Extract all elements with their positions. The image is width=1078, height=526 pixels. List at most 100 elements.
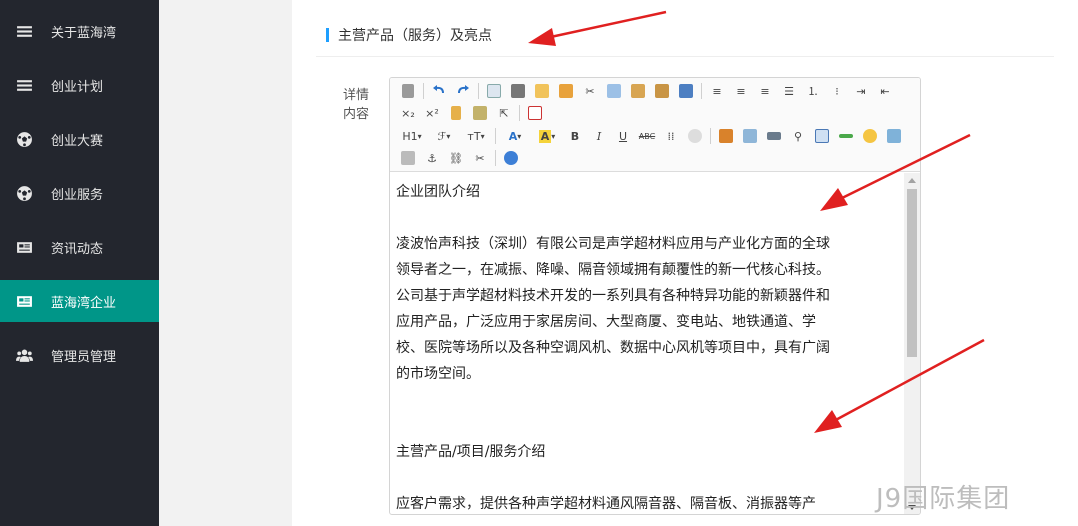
- content-line: 公司基于声学超材料技术开发的一系列具有各种特异功能的新颖器件和: [396, 288, 830, 304]
- justify-icon[interactable]: ☰: [777, 80, 801, 102]
- format-painter-icon[interactable]: [468, 102, 492, 124]
- insert-image-icon[interactable]: [882, 125, 906, 147]
- content-line: 应用产品，广泛应用于家居房间、大型商厦、变电站、地铁通道、学: [396, 314, 816, 330]
- sidebar-item-label: 创业计划: [51, 79, 104, 95]
- unlink-icon[interactable]: ✂: [468, 147, 492, 169]
- paste-word-icon[interactable]: [674, 80, 698, 102]
- help-icon[interactable]: [499, 147, 523, 169]
- print-icon[interactable]: [506, 80, 530, 102]
- superscript-button[interactable]: ×²: [420, 102, 444, 124]
- clear-format-icon[interactable]: [444, 102, 468, 124]
- underline-button[interactable]: U: [611, 125, 635, 147]
- rich-text-editor: ✂ ≡ ≡ ≡ ☰ ⒈ ⁝ ⇥ ⇤ ×₂ ×² ⇱ H1 ▾ ℱ ▾ ᴛT ▾ …: [389, 77, 921, 515]
- sidebar-item-news[interactable]: 资讯动态: [0, 226, 159, 268]
- font-family-dropdown[interactable]: ℱ ▾: [428, 125, 460, 147]
- cut-icon[interactable]: ✂: [578, 80, 602, 102]
- sidebar-item-label: 蓝海湾企业: [51, 295, 117, 311]
- sidebar-item-plan[interactable]: 创业计划: [0, 64, 159, 106]
- toolbar-row: ⚓ ⛓ ✂: [396, 147, 523, 169]
- sidebar-item-label: 创业服务: [51, 187, 104, 203]
- align-left-icon[interactable]: ≡: [705, 80, 729, 102]
- redo-icon[interactable]: [451, 80, 475, 102]
- italic-button[interactable]: I: [587, 125, 611, 147]
- fullscreen-icon[interactable]: [523, 102, 547, 124]
- content-background: [159, 0, 292, 526]
- field-label: 详情 内容: [336, 86, 376, 124]
- toolbar-separator: [701, 83, 702, 99]
- undo-icon[interactable]: [427, 80, 451, 102]
- sidebar: 关于蓝海湾 创业计划 创业大赛 创业服务 资讯动态 蓝海湾企业 管理员管理: [0, 0, 159, 526]
- table-icon[interactable]: [810, 125, 834, 147]
- sidebar-item-label: 关于蓝海湾: [51, 25, 117, 41]
- strikethrough-button[interactable]: ABC: [635, 125, 659, 147]
- section-title-text: 主营产品（服务）及亮点: [338, 28, 492, 44]
- sidebar-item-label: 资讯动态: [51, 241, 104, 257]
- outdent-icon[interactable]: ⇤: [873, 80, 897, 102]
- sidebar-item-label: 管理员管理: [51, 349, 117, 365]
- video-icon[interactable]: [762, 125, 786, 147]
- link-icon[interactable]: ⛓: [444, 147, 468, 169]
- attachment-icon[interactable]: ⚲: [786, 125, 810, 147]
- section-divider: [316, 56, 1054, 57]
- sidebar-item-admin[interactable]: 管理员管理: [0, 334, 159, 376]
- heading-label: H1: [402, 129, 418, 143]
- paste-icon[interactable]: [626, 80, 650, 102]
- highlight-label: A: [538, 129, 552, 143]
- emoji-icon[interactable]: [858, 125, 882, 147]
- source-code-icon[interactable]: [396, 80, 420, 102]
- map-icon[interactable]: [738, 125, 762, 147]
- sidebar-item-label: 创业大赛: [51, 133, 104, 149]
- field-label-line2: 内容: [342, 107, 369, 122]
- unordered-list-icon[interactable]: ⁝: [825, 80, 849, 102]
- content-line: 应客户需求，提供各种声学超材料通风隔音器、隔音板、消振器等产: [396, 496, 816, 512]
- template-icon[interactable]: [530, 80, 554, 102]
- menu-icon: [15, 22, 33, 40]
- font-color-button[interactable]: A ▾: [499, 125, 531, 147]
- code-icon[interactable]: [554, 80, 578, 102]
- scroll-up-arrow-icon[interactable]: [908, 178, 916, 183]
- field-label-line1: 详情: [342, 88, 369, 103]
- ordered-list-icon[interactable]: ⒈: [801, 80, 825, 102]
- paste-text-icon[interactable]: [650, 80, 674, 102]
- font-family-label: ℱ: [437, 129, 447, 143]
- content-line: [396, 413, 896, 439]
- content-line: [396, 387, 896, 413]
- table-grid-icon[interactable]: ⁞⁞: [659, 125, 683, 147]
- horizontal-rule-icon[interactable]: [834, 125, 858, 147]
- heading-dropdown[interactable]: H1 ▾: [396, 125, 428, 147]
- preview-icon[interactable]: [482, 80, 506, 102]
- font-size-label: ᴛT: [467, 129, 481, 143]
- toolbar-separator: [423, 83, 424, 99]
- content-line: [396, 465, 896, 491]
- anchor-icon[interactable]: ⚓: [420, 147, 444, 169]
- page-break-icon[interactable]: [396, 147, 420, 169]
- bold-button[interactable]: B: [563, 125, 587, 147]
- toolbar-separator: [478, 83, 479, 99]
- align-right-icon[interactable]: ≡: [753, 80, 777, 102]
- sidebar-item-contest[interactable]: 创业大赛: [0, 118, 159, 160]
- copy-icon[interactable]: [602, 80, 626, 102]
- align-center-icon[interactable]: ≡: [729, 80, 753, 102]
- font-size-dropdown[interactable]: ᴛT ▾: [460, 125, 492, 147]
- soccer-ball-icon: [15, 130, 33, 148]
- users-icon: [15, 346, 33, 364]
- scrollbar-thumb[interactable]: [907, 189, 917, 357]
- select-all-icon[interactable]: ⇱: [492, 102, 516, 124]
- image-icon[interactable]: [714, 125, 738, 147]
- menu-icon: [15, 76, 33, 94]
- content-line: 主营产品/项目/服务介绍: [396, 444, 546, 460]
- editor-content[interactable]: 企业团队介绍 凌波怡声科技（深圳）有限公司是声学超材料应用与产业化方面的全球 领…: [390, 173, 904, 514]
- sidebar-item-enterprise[interactable]: 蓝海湾企业: [0, 280, 159, 322]
- sidebar-item-about[interactable]: 关于蓝海湾: [0, 10, 159, 52]
- content-line: 校、医院等场所以及各种空调风机、数据中心风机等项目中，具有广阔: [396, 340, 830, 356]
- indent-icon[interactable]: ⇥: [849, 80, 873, 102]
- section-accent-bar: [326, 28, 329, 42]
- editor-scrollbar[interactable]: [904, 173, 920, 514]
- sidebar-item-service[interactable]: 创业服务: [0, 172, 159, 214]
- highlight-button[interactable]: A ▾: [531, 125, 563, 147]
- eraser-icon[interactable]: [683, 125, 707, 147]
- editor-toolbar: ✂ ≡ ≡ ≡ ☰ ⒈ ⁝ ⇥ ⇤ ×₂ ×² ⇱ H1 ▾ ℱ ▾ ᴛT ▾ …: [390, 78, 920, 172]
- subscript-button[interactable]: ×₂: [396, 102, 420, 124]
- watermark-text: J9国际集团: [876, 484, 1011, 514]
- toolbar-row: H1 ▾ ℱ ▾ ᴛT ▾ A ▾ A ▾ B I U ABC ⁞⁞ ⚲: [396, 125, 906, 147]
